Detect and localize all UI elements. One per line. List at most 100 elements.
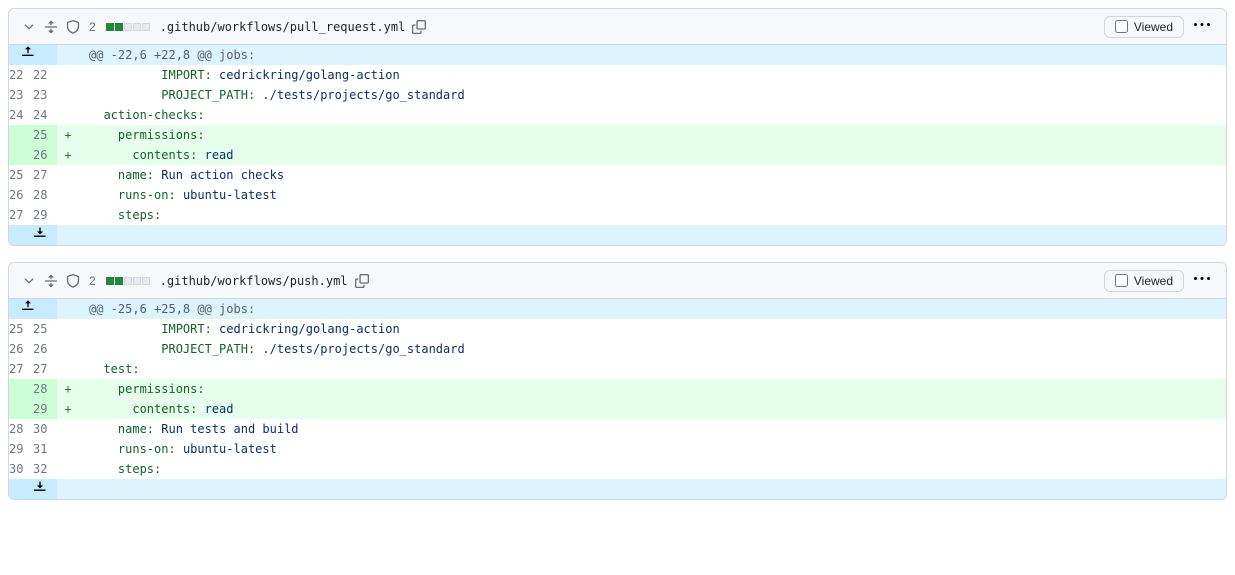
line-marker [57, 459, 79, 479]
code-content: IMPORT: cedrickring/golang-action [79, 319, 1226, 339]
hunk-header-text: @@ -25,6 +25,8 @@ jobs: [79, 299, 1226, 319]
diff-line: 2527 name: Run action checks [9, 165, 1226, 185]
diff-line: 2525 IMPORT: cedrickring/golang-action [9, 319, 1226, 339]
diff-line: 25+ permissions: [9, 125, 1226, 145]
code-content: permissions: [79, 125, 1226, 145]
expand-up-button[interactable] [9, 299, 57, 319]
old-line-number[interactable]: 25 [9, 165, 33, 185]
old-line-number[interactable]: 26 [9, 339, 33, 359]
viewed-checkbox[interactable] [1115, 274, 1128, 287]
diff-line: 2626 PROJECT_PATH: ./tests/projects/go_s… [9, 339, 1226, 359]
old-line-number[interactable]: 30 [9, 459, 33, 479]
line-marker: + [57, 399, 79, 419]
new-line-number[interactable]: 28 [33, 185, 57, 205]
old-line-number[interactable]: 22 [9, 65, 33, 85]
viewed-toggle[interactable]: Viewed [1104, 16, 1184, 38]
line-marker [57, 205, 79, 225]
code-content: IMPORT: cedrickring/golang-action [79, 65, 1226, 85]
diff-line: 3032 steps: [9, 459, 1226, 479]
new-line-number[interactable]: 24 [33, 105, 57, 125]
old-line-number[interactable]: 27 [9, 205, 33, 225]
viewed-toggle[interactable]: Viewed [1104, 270, 1184, 292]
new-line-number[interactable]: 22 [33, 65, 57, 85]
file-diff-block: 2.github/workflows/pull_request.ymlViewe… [8, 8, 1227, 246]
code-content: PROJECT_PATH: ./tests/projects/go_standa… [79, 339, 1226, 359]
shield-icon[interactable] [65, 19, 81, 35]
diff-line: 2931 runs-on: ubuntu-latest [9, 439, 1226, 459]
old-line-number[interactable]: 27 [9, 359, 33, 379]
line-marker [57, 439, 79, 459]
change-count: 2 [89, 274, 96, 288]
code-content: runs-on: ubuntu-latest [79, 185, 1226, 205]
new-line-number[interactable]: 23 [33, 85, 57, 105]
diff-line: 2729 steps: [9, 205, 1226, 225]
line-marker: + [57, 125, 79, 145]
new-line-number[interactable]: 25 [33, 125, 57, 145]
old-line-number[interactable]: 28 [9, 419, 33, 439]
expand-down-button[interactable] [9, 225, 57, 245]
viewed-label: Viewed [1134, 274, 1173, 288]
hunk-header-row: @@ -25,6 +25,8 @@ jobs: [9, 299, 1226, 319]
chevron-down-icon[interactable] [21, 19, 37, 35]
new-line-number[interactable]: 31 [33, 439, 57, 459]
old-line-number[interactable]: 23 [9, 85, 33, 105]
expand-down-row [9, 479, 1226, 499]
line-marker [57, 339, 79, 359]
new-line-number[interactable]: 32 [33, 459, 57, 479]
old-line-number[interactable] [9, 379, 33, 399]
file-path[interactable]: .github/workflows/pull_request.yml [160, 20, 406, 34]
diff-stat [106, 277, 150, 285]
new-line-number[interactable]: 29 [33, 205, 57, 225]
new-line-number[interactable]: 27 [33, 359, 57, 379]
unfold-icon[interactable] [43, 273, 59, 289]
kebab-menu-icon[interactable] [1190, 15, 1214, 38]
old-line-number[interactable]: 29 [9, 439, 33, 459]
file-path[interactable]: .github/workflows/push.yml [160, 274, 348, 288]
diff-line: 2830 name: Run tests and build [9, 419, 1226, 439]
new-line-number[interactable]: 30 [33, 419, 57, 439]
file-diff-block: 2 .github/workflows/push.yml Viewed @@ -25,… [8, 262, 1227, 500]
new-line-number[interactable]: 25 [33, 319, 57, 339]
expand-up-button[interactable] [9, 45, 57, 65]
unfold-icon[interactable] [43, 19, 59, 35]
diff-line: 2424 action-checks: [9, 105, 1226, 125]
line-marker [57, 319, 79, 339]
old-line-number[interactable]: 24 [9, 105, 33, 125]
copy-icon[interactable] [354, 273, 370, 289]
hunk-header-row: @@ -22,6 +22,8 @@ jobs: [9, 45, 1226, 65]
kebab-menu-icon[interactable] [1190, 269, 1214, 292]
code-content: action-checks: [79, 105, 1226, 125]
new-line-number[interactable]: 29 [33, 399, 57, 419]
line-marker: + [57, 379, 79, 399]
line-marker [57, 165, 79, 185]
diff-line: 28+ permissions: [9, 379, 1226, 399]
file-header: 2.github/workflows/pull_request.ymlViewe… [9, 9, 1226, 45]
new-line-number[interactable]: 28 [33, 379, 57, 399]
diff-line: 2727 test: [9, 359, 1226, 379]
old-line-number[interactable] [9, 125, 33, 145]
code-content: permissions: [79, 379, 1226, 399]
new-line-number[interactable]: 27 [33, 165, 57, 185]
new-line-number[interactable]: 26 [33, 339, 57, 359]
line-marker [57, 105, 79, 125]
old-line-number[interactable]: 26 [9, 185, 33, 205]
diff-line: 26+ contents: read [9, 145, 1226, 165]
diff-line: 2628 runs-on: ubuntu-latest [9, 185, 1226, 205]
chevron-down-icon[interactable] [21, 273, 37, 289]
copy-icon[interactable] [411, 19, 427, 35]
code-content: contents: read [79, 145, 1226, 165]
old-line-number[interactable]: 25 [9, 319, 33, 339]
diff-table: @@ -22,6 +22,8 @@ jobs:2222 IMPORT: cedr… [9, 45, 1226, 245]
diff-table: @@ -25,6 +25,8 @@ jobs:2525 IMPORT: cedr… [9, 299, 1226, 499]
line-marker [57, 85, 79, 105]
expand-down-icon [33, 225, 47, 239]
viewed-checkbox[interactable] [1115, 20, 1128, 33]
old-line-number[interactable] [9, 399, 33, 419]
expand-down-button[interactable] [9, 479, 57, 499]
new-line-number[interactable]: 26 [33, 145, 57, 165]
old-line-number[interactable] [9, 145, 33, 165]
expand-down-icon [33, 479, 47, 493]
code-content: PROJECT_PATH: ./tests/projects/go_standa… [79, 85, 1226, 105]
shield-icon[interactable] [65, 273, 81, 289]
code-content: name: Run action checks [79, 165, 1226, 185]
